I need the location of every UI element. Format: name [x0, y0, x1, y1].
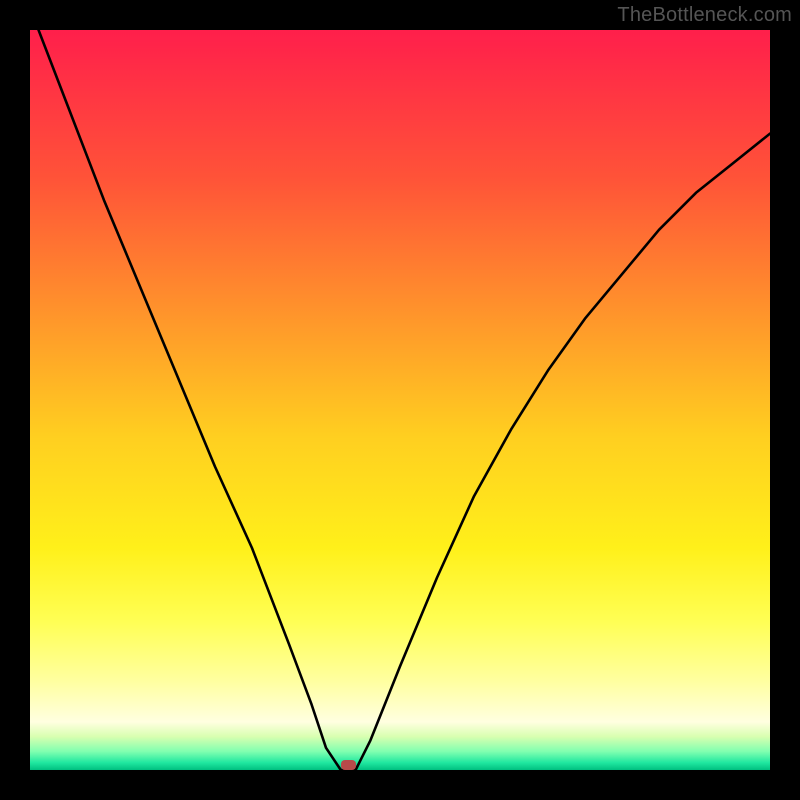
- plot-area: [30, 30, 770, 770]
- min-point-marker: [341, 760, 356, 770]
- series-line: [30, 30, 770, 770]
- watermark-text: TheBottleneck.com: [617, 4, 792, 27]
- chart-canvas: TheBottleneck.com: [0, 0, 800, 800]
